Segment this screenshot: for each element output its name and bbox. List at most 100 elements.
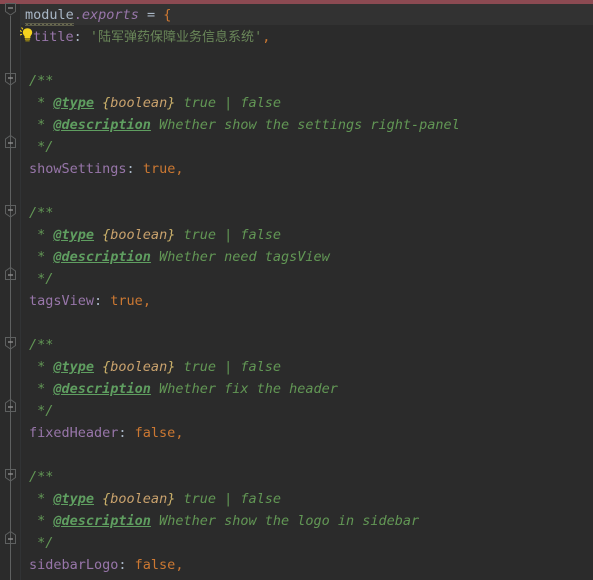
token-prop-value: false (134, 425, 176, 441)
token-prop-key: sidebarLogo (29, 557, 119, 573)
code-line-doc-type-2[interactable]: * @type {boolean} true | false (29, 224, 281, 246)
code-line-prop-showsettings[interactable]: showSettings: true, (29, 158, 183, 180)
gutter-divider (20, 0, 21, 580)
token-doc-star: * (29, 117, 54, 133)
token-doc-brace-open: { (94, 359, 111, 375)
token-quote-close: ' (254, 29, 263, 45)
token-prop-key: fixedHeader (29, 425, 119, 441)
code-line-doc-desc-2[interactable]: * @description Whether need tagsView (29, 246, 330, 268)
token-doc-star: * (29, 491, 54, 507)
fold-start-comment-3[interactable] (4, 337, 17, 350)
token-open-brace: { (163, 7, 172, 23)
token-prop-key: showSettings (29, 161, 127, 177)
token-doc-close: */ (29, 535, 54, 551)
code-line-doc-close-1[interactable]: */ (29, 136, 53, 158)
token-prop-value: true (142, 161, 176, 177)
code-line-doc-type-4[interactable]: * @type {boolean} true | false (29, 488, 281, 510)
token-doc-star: * (29, 227, 54, 243)
fold-start-comment-4[interactable] (4, 469, 17, 482)
token-doc-open: /** (29, 205, 54, 221)
token-doc-open: /** (29, 469, 54, 485)
token-doc-star: * (29, 513, 54, 529)
code-line-doc-open-4[interactable]: /** (29, 466, 53, 488)
token-doc-star: * (29, 95, 54, 111)
code-line-doc-close-2[interactable]: */ (29, 268, 53, 290)
token-module: module (25, 7, 74, 23)
token-comma: , (262, 29, 271, 45)
token-quote-open: ' (89, 29, 99, 45)
token-prop-comma: , (175, 161, 184, 177)
token-doc-desc-text: Whether need tagsView (150, 249, 330, 265)
code-line-title[interactable]: title: '陆军弹药保障业务信息系统', (33, 26, 270, 48)
token-doc-tag-description: @description (53, 117, 151, 133)
code-line-doc-type-1[interactable]: * @type {boolean} true | false (29, 92, 281, 114)
modified-file-indicator-bar (0, 0, 593, 4)
fold-end-comment-1[interactable] (4, 135, 17, 148)
lightbulb-icon[interactable] (20, 27, 35, 43)
token-title-value: 陆军弹药保障业务信息系统 (98, 30, 255, 45)
token-doc-open: /** (29, 337, 54, 353)
token-colon: : (73, 29, 90, 45)
code-line-doc-open-2[interactable]: /** (29, 202, 53, 224)
code-line-doc-close-4[interactable]: */ (29, 532, 53, 554)
fold-start-comment-1[interactable] (4, 73, 17, 86)
code-line-doc-open-1[interactable]: /** (29, 70, 53, 92)
token-doc-tag-type: @type (53, 95, 95, 111)
token-doc-close: */ (29, 139, 54, 155)
token-doc-tag-type: @type (53, 227, 95, 243)
token-doc-type-values: true | false (175, 491, 282, 507)
token-doc-close: */ (29, 271, 54, 287)
code-line-doc-open-3[interactable]: /** (29, 334, 53, 356)
fold-end-comment-2[interactable] (4, 267, 17, 280)
token-doc-brace-open: { (94, 227, 111, 243)
token-doc-tag-type: @type (53, 491, 95, 507)
token-doc-desc-text: Whether fix the header (150, 381, 338, 397)
token-doc-star: * (29, 381, 54, 397)
token-prop-colon: : (126, 161, 143, 177)
code-text-area[interactable]: module.exports = { title: '陆军弹药保障业务信息系统'… (0, 0, 593, 580)
fold-region-line-2 (10, 220, 11, 272)
token-doc-desc-text: Whether show the settings right-panel (150, 117, 460, 133)
code-line-doc-desc-4[interactable]: * @description Whether show the logo in … (29, 510, 419, 532)
token-doc-type-name: boolean (110, 359, 168, 375)
token-doc-type-name: boolean (110, 227, 168, 243)
token-doc-type-values: true | false (175, 359, 282, 375)
fold-end-comment-3[interactable] (4, 399, 17, 412)
token-key-title: title (33, 29, 74, 45)
token-prop-comma: , (175, 557, 184, 573)
token-prop-colon: : (94, 293, 111, 309)
code-line-module-exports[interactable]: module.exports = { (25, 4, 171, 26)
token-doc-type-values: true | false (175, 227, 282, 243)
fold-region-line-1 (10, 88, 11, 140)
code-line-doc-type-3[interactable]: * @type {boolean} true | false (29, 356, 281, 378)
token-doc-tag-type: @type (53, 359, 95, 375)
code-line-doc-desc-1[interactable]: * @description Whether show the settings… (29, 114, 460, 136)
code-line-doc-desc-3[interactable]: * @description Whether fix the header (29, 378, 338, 400)
token-prop-key: tagsView (29, 293, 95, 309)
token-doc-star: * (29, 249, 54, 265)
fold-start-root[interactable] (4, 3, 17, 16)
code-line-prop-tagsview[interactable]: tagsView: true, (29, 290, 151, 312)
token-doc-brace-open: { (94, 95, 111, 111)
token-prop-value: true (110, 293, 143, 309)
fold-end-comment-4[interactable] (4, 531, 17, 544)
token-doc-tag-description: @description (53, 513, 151, 529)
token-doc-close: */ (29, 403, 54, 419)
fold-region-line-4 (10, 484, 11, 536)
token-doc-brace-open: { (94, 491, 111, 507)
token-exports: exports (81, 7, 139, 23)
token-prop-comma: , (175, 425, 184, 441)
token-dot: . (73, 7, 82, 23)
token-doc-open: /** (29, 73, 54, 89)
fold-start-comment-2[interactable] (4, 205, 17, 218)
token-prop-comma: , (142, 293, 151, 309)
code-line-prop-sidebarlogo[interactable]: sidebarLogo: false, (29, 554, 183, 576)
code-line-doc-close-3[interactable]: */ (29, 400, 53, 422)
token-doc-desc-text: Whether show the logo in sidebar (150, 513, 420, 529)
code-editor-window: module.exports = { title: '陆军弹药保障业务信息系统'… (0, 0, 593, 580)
token-doc-type-values: true | false (175, 95, 282, 111)
token-doc-tag-description: @description (53, 249, 151, 265)
fold-region-line-3 (10, 352, 11, 404)
token-equals: = (138, 7, 164, 23)
code-line-prop-fixedheader[interactable]: fixedHeader: false, (29, 422, 183, 444)
